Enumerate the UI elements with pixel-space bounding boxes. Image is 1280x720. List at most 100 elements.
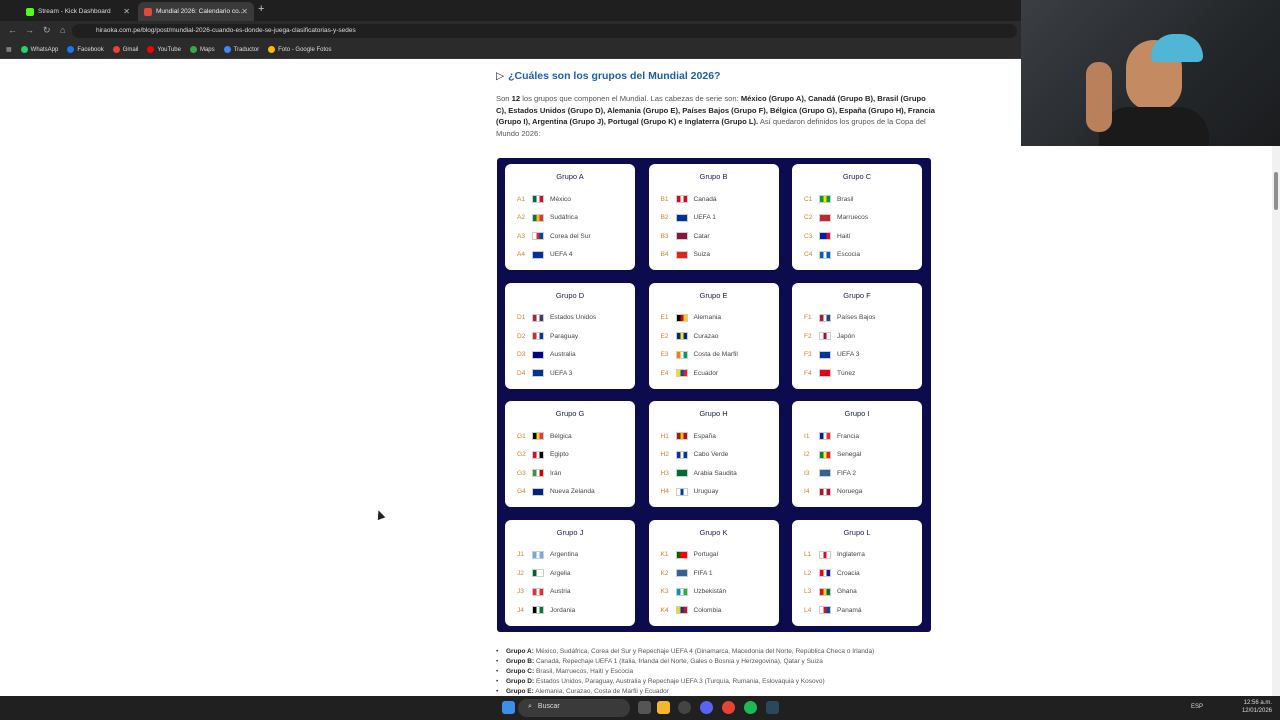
group-note-text: Estados Unidos, Paraguay, Australia y Re… [534,678,825,685]
bookmark-maps[interactable]: Maps [189,46,215,53]
team-seed-code: E4 [660,369,669,377]
flag-icon [675,332,688,340]
reload-icon[interactable]: ↻ [43,25,51,36]
team-name: España [693,432,716,440]
team-seed-code: I2 [804,451,810,458]
team-seed-code: H3 [660,469,669,477]
team-name: Curazao [693,332,719,340]
file-explorer-icon[interactable] [657,701,670,714]
team-name: Paraguay [550,332,579,340]
team-name: Uzbekistán [693,588,727,595]
team-name: Arabia Saudita [693,469,737,477]
group-card: Grupo G G1 Bélgica G2 Egipto G3 Irán G4 Nueva Ze… [505,401,635,507]
chrome-icon[interactable] [722,701,735,714]
taskbar-search[interactable]: ⌕ Buscar [518,699,630,717]
tab-label: Mundial 2026: Calendario co... [156,8,245,15]
youtube-icon [147,46,155,53]
apps-icon[interactable]: ▦ [6,46,12,53]
flag-icon [675,469,688,477]
team-seed-code: A3 [517,232,526,240]
team-seed-code: E1 [660,314,669,321]
language-indicator[interactable]: ESP [1191,704,1203,710]
intro-paragraph: Son 12 los grupos que componen el Mundia… [496,93,936,139]
bookmark-whatsapp[interactable]: WhatsApp [20,46,58,53]
system-clock[interactable]: 12:56 a.m. 12/01/2026 [1242,699,1272,715]
flag-icon [675,606,688,614]
scrollbar-thumb[interactable] [1274,172,1278,210]
bookmark-google-fotos[interactable]: Foto - Google Fotos [268,46,331,53]
photos-icon [268,46,276,53]
team-name: Panamá [837,606,862,614]
flag-icon [819,195,831,203]
team-seed-code: F3 [804,351,812,358]
url-field[interactable]: hiraoka.com.pe/blog/post/mundial-2026-cu… [72,24,1017,38]
intro-text: los grupos que componen el Mundial. Las … [520,94,741,103]
team-seed-code: H2 [660,451,669,458]
team-row: I1 Francia [804,431,859,441]
search-icon: ⌕ [528,703,532,710]
team-seed-code: H1 [660,432,669,440]
group-name: Grupo H [699,409,728,418]
discord-icon[interactable] [700,701,713,714]
flag-icon [532,195,544,203]
tab-mundial-2026[interactable]: Mundial 2026: Calendario co... ✕ [138,2,254,21]
bookmark-youtube[interactable]: YouTube [147,46,181,53]
flag-icon [532,469,544,477]
bookmark-traductor[interactable]: Traductor [223,46,259,53]
forward-icon[interactable]: → [25,25,34,35]
tab-kick-dashboard[interactable]: Stream - Kick Dashboard ✕ [20,2,136,21]
team-row: A4 UEFA 4 [517,250,572,260]
task-view-icon[interactable] [638,701,651,714]
bookmark-facebook[interactable]: Facebook [67,46,104,53]
close-icon[interactable]: ✕ [123,7,130,16]
group-name: Grupo E [699,290,728,300]
intro-text: Son [496,94,512,103]
team-name: Corea del Sur [550,232,591,240]
team-name: Marruecos [837,214,869,221]
close-icon[interactable]: ✕ [241,7,248,16]
flag-icon [532,313,544,322]
team-row: B1 Canadá [661,194,717,204]
group-card: Grupo D D1 Estados Unidos D2 Paraguay D3 Austr… [505,282,635,389]
flag-icon [675,432,688,440]
team-row: C2 Marruecos [804,213,868,223]
new-tab-button[interactable]: + [258,3,264,15]
flag-icon [532,250,544,259]
flag-icon [819,350,831,359]
team-seed-code: C4 [804,251,813,258]
team-seed-code: D3 [517,351,526,358]
spotify-icon[interactable] [744,701,757,714]
team-seed-code: I4 [804,488,810,495]
group-name: Grupo B [699,172,728,181]
flag-icon [819,450,831,459]
group-name: Grupo F [843,290,871,300]
scrollbar-track[interactable] [1272,146,1280,696]
team-seed-code: K4 [660,606,669,614]
team-seed-code: D4 [517,369,526,377]
team-name: Suiza [693,251,711,258]
team-name: Jordania [550,606,576,614]
windows-start-icon[interactable] [502,701,515,714]
team-name: Croacia [837,569,860,577]
bookmark-gmail[interactable]: Gmail [112,46,138,53]
flag-icon [675,550,688,559]
disclosure-triangle-icon[interactable]: ▷ [496,70,504,82]
heading-text[interactable]: ¿Cuáles son los grupos del Mundial 2026? [508,70,720,82]
team-name: Francia [837,432,859,440]
flag-icon [532,332,544,340]
group-name: Grupo C [842,172,872,181]
team-row: J1 Argentina [517,550,578,560]
flag-icon [819,587,831,596]
team-name: Estados Unidos [550,314,597,321]
team-seed-code: D1 [517,314,526,321]
steam-icon[interactable] [766,701,779,714]
settings-icon[interactable] [678,701,691,714]
home-icon[interactable]: ⌂ [60,25,65,35]
team-row: C1 Brasil [804,194,854,204]
back-icon[interactable]: ← [8,25,17,35]
flag-icon [532,569,544,577]
search-label: Buscar [537,703,560,710]
team-seed-code: L3 [804,588,812,595]
clock-time: 12:56 a.m. [1243,700,1272,706]
team-row: C4 Escocia [804,250,860,260]
